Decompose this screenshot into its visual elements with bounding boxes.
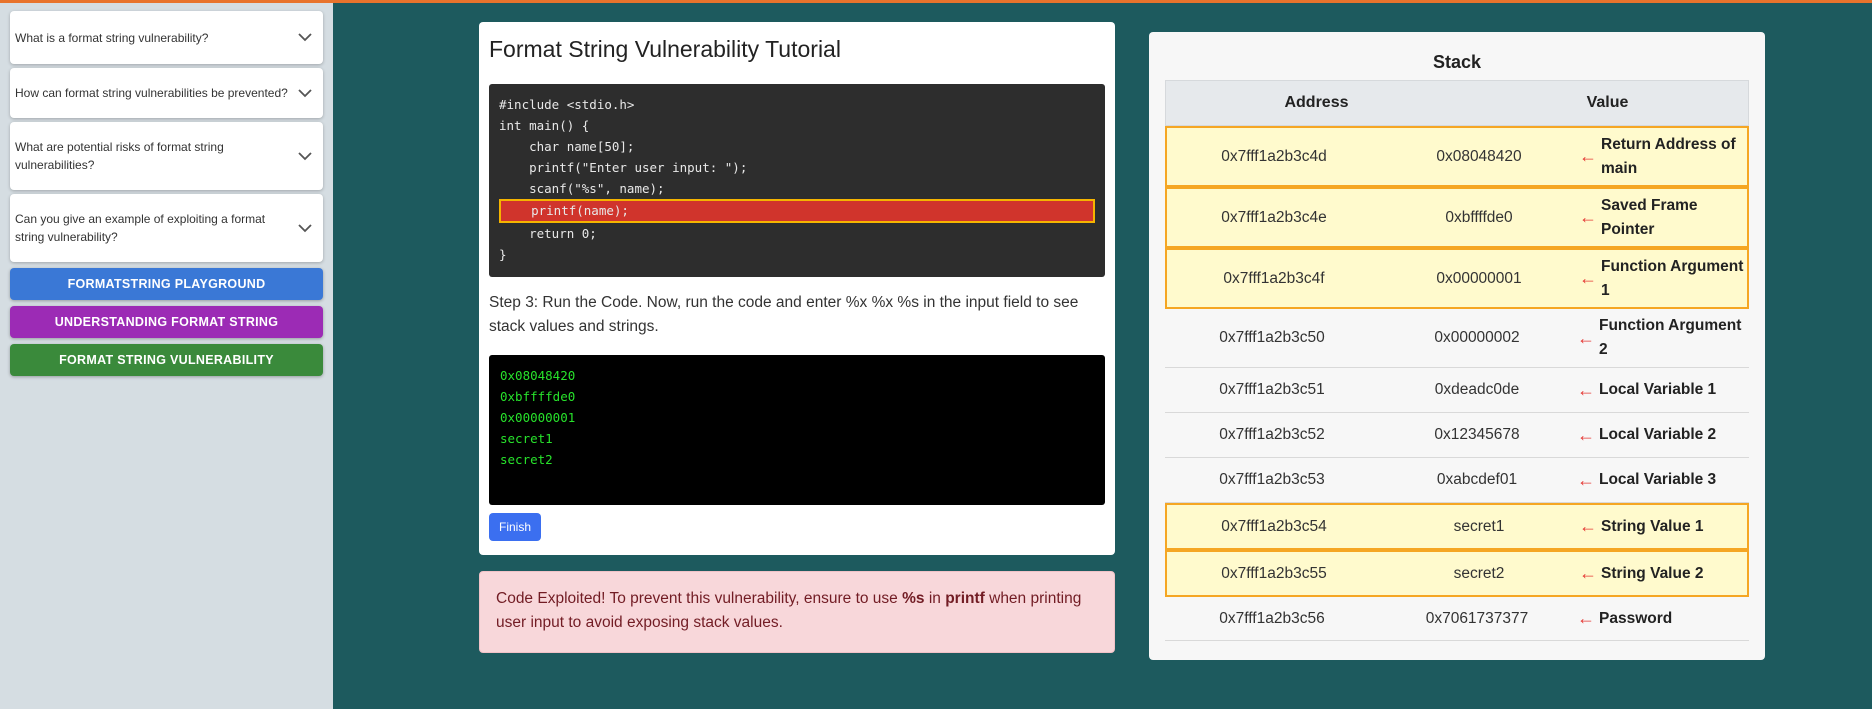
terminal-output: 0x08048420 0xbffffde0 0x00000001 secret1…: [489, 355, 1105, 505]
tutorial-card: Format String Vulnerability Tutorial #in…: [479, 22, 1115, 555]
understanding-format-string-button[interactable]: UNDERSTANDING FORMAT STRING: [10, 306, 323, 338]
faq-item-example[interactable]: Can you give an example of exploiting a …: [10, 194, 323, 262]
code-line: printf("Enter user input: ");: [499, 160, 748, 175]
chevron-down-icon[interactable]: [297, 30, 313, 46]
stack-address: 0x7fff1a2b3c4e: [1221, 208, 1327, 226]
faq-question: What are potential risks of format strin…: [15, 140, 224, 172]
stack-label: Local Variable 1: [1599, 381, 1717, 398]
stack-value: 0x00000002: [1434, 329, 1520, 346]
stack-row: 0x7fff1a2b3c4f 0x00000001 ← Function Arg…: [1165, 248, 1749, 309]
output-line: 0x00000001: [500, 410, 576, 425]
output-line: 0x08048420: [500, 368, 576, 383]
stack-row: 0x7fff1a2b3c4d 0x08048420 ← Return Addre…: [1165, 126, 1749, 187]
stack-row: 0x7fff1a2b3c50 0x00000002 ← Function Arg…: [1165, 309, 1749, 368]
chevron-down-icon[interactable]: [297, 220, 313, 236]
stack-row: 0x7fff1a2b3c54 secret1 ← String Value 1: [1165, 503, 1749, 550]
stack-address: 0x7fff1a2b3c4f: [1223, 269, 1325, 287]
exploit-alert: Code Exploited! To prevent this vulnerab…: [479, 571, 1115, 653]
stack-address: 0x7fff1a2b3c56: [1219, 609, 1325, 627]
stack-value: 0x08048420: [1436, 147, 1522, 165]
stack-label: Function Argument 1: [1601, 257, 1744, 299]
vulnerable-code-line: printf(name);: [499, 199, 1095, 223]
left-arrow-icon: ←: [1577, 424, 1595, 445]
stack-label: Return Address of main: [1601, 135, 1736, 177]
code-line: char name[50];: [499, 139, 635, 154]
stack-row: 0x7fff1a2b3c52 0x12345678 ← Local Variab…: [1165, 413, 1749, 458]
stack-value: 0x12345678: [1434, 426, 1520, 443]
stack-value: 0xdeadc0de: [1434, 381, 1520, 398]
stack-label: Function Argument 2: [1599, 317, 1742, 358]
stack-label: Local Variable 3: [1599, 471, 1717, 488]
output-line: 0xbffffde0: [500, 389, 576, 404]
stack-row: 0x7fff1a2b3c55 secret2 ← String Value 2: [1165, 550, 1749, 597]
alert-text-prefix: Code Exploited! To prevent this vulnerab…: [496, 590, 903, 607]
step-instructions: Step 3: Run the Code. Now, run the code …: [489, 294, 1079, 335]
left-arrow-icon: ←: [1579, 563, 1597, 583]
code-line: scanf("%s", name);: [499, 181, 665, 196]
alert-function-name: printf: [945, 590, 985, 607]
left-arrow-icon: ←: [1577, 608, 1595, 628]
faq-question: What is a format string vulnerability?: [15, 30, 209, 45]
chevron-down-icon[interactable]: [297, 85, 313, 101]
stack-address: 0x7fff1a2b3c50: [1219, 329, 1325, 346]
stack-address: 0x7fff1a2b3c51: [1219, 381, 1325, 398]
alert-format-specifier: %s: [902, 590, 925, 607]
sidebar: What is a format string vulnerability? H…: [0, 3, 333, 709]
stack-title: Stack: [1432, 52, 1482, 72]
stack-address: 0x7fff1a2b3c52: [1219, 426, 1325, 443]
left-arrow-icon: ←: [1577, 327, 1595, 348]
stack-card: Stack Address Value 0x7fff1a2b3c4d 0x080…: [1149, 32, 1765, 660]
faq-item-prevention[interactable]: How can format string vulnerabilities be…: [10, 68, 323, 118]
code-line: return 0;: [499, 226, 597, 241]
code-line: int main() {: [499, 118, 590, 133]
tutorial-title: Format String Vulnerability Tutorial: [489, 36, 841, 62]
stack-row: 0x7fff1a2b3c53 0xabcdef01 ← Local Variab…: [1165, 458, 1749, 503]
faq-question: How can format string vulnerabilities be…: [15, 86, 288, 100]
stack-table-header: Address Value: [1165, 80, 1749, 126]
code-block: #include <stdio.h> int main() { char nam…: [489, 84, 1105, 277]
code-line: #include <stdio.h>: [499, 97, 635, 112]
stack-value: 0x7061737377: [1425, 609, 1529, 627]
stack-value: secret2: [1453, 564, 1505, 582]
faq-item-risks[interactable]: What are potential risks of format strin…: [10, 122, 323, 190]
stack-row: 0x7fff1a2b3c51 0xdeadc0de ← Local Variab…: [1165, 368, 1749, 413]
stack-address: 0x7fff1a2b3c55: [1221, 564, 1327, 582]
left-arrow-icon: ←: [1579, 516, 1597, 536]
stack-value: 0x00000001: [1436, 269, 1522, 287]
finish-button[interactable]: Finish: [489, 513, 542, 541]
output-line: secret1: [500, 431, 553, 446]
chevron-down-icon[interactable]: [297, 148, 313, 164]
stack-value: secret1: [1453, 517, 1505, 535]
stack-value: 0xbffffde0: [1445, 208, 1513, 226]
stack-address: 0x7fff1a2b3c4d: [1221, 147, 1327, 165]
faq-question: Can you give an example of exploiting a …: [15, 212, 266, 244]
stack-row: 0x7fff1a2b3c4e 0xbffffde0 ← Saved Frame …: [1165, 187, 1749, 248]
stack-label: Password: [1599, 609, 1673, 627]
value-header: Value: [1586, 94, 1629, 111]
formatstring-playground-button[interactable]: FORMATSTRING PLAYGROUND: [10, 268, 323, 300]
alert-text-mid: in: [924, 590, 946, 607]
stack-label: String Value 2: [1601, 564, 1704, 582]
stack-label: Saved Frame Pointer: [1601, 196, 1698, 238]
left-arrow-icon: ←: [1577, 379, 1595, 400]
left-arrow-icon: ←: [1579, 207, 1597, 227]
output-line: secret2: [500, 452, 553, 467]
stack-address: 0x7fff1a2b3c53: [1219, 471, 1325, 488]
stack-address: 0x7fff1a2b3c54: [1221, 517, 1327, 535]
stack-label: String Value 1: [1601, 517, 1704, 535]
stack-label: Local Variable 2: [1599, 426, 1717, 443]
stack-value: 0xabcdef01: [1436, 471, 1518, 488]
left-arrow-icon: ←: [1579, 268, 1597, 288]
faq-item-what-is[interactable]: What is a format string vulnerability?: [10, 11, 323, 64]
address-header: Address: [1284, 94, 1349, 111]
stack-row: 0x7fff1a2b3c56 0x7061737377 ← Password: [1165, 597, 1749, 641]
left-arrow-icon: ←: [1577, 469, 1595, 490]
code-line: }: [499, 247, 507, 262]
left-arrow-icon: ←: [1579, 146, 1597, 166]
format-string-vulnerability-button[interactable]: FORMAT STRING VULNERABILITY: [10, 344, 323, 376]
